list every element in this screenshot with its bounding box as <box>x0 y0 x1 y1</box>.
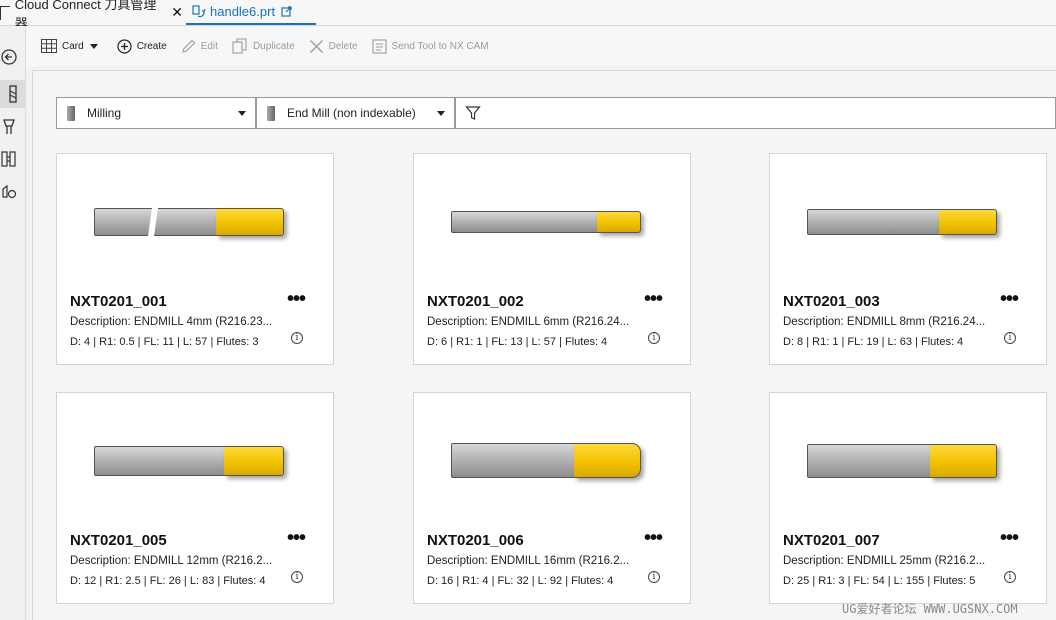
tool-parameters: D: 12 | R1: 2.5 | FL: 26 | L: 83 | Flute… <box>70 575 266 587</box>
tool-description: Description: ENDMILL 4mm (R216.23... <box>70 316 273 328</box>
chevron-down-icon <box>89 43 98 49</box>
tab-bar: Cloud Connect 刀具管理器 ✕ handle6.prt <box>0 0 1056 31</box>
tool-parameters: D: 6 | R1: 1 | FL: 13 | L: 57 | Flutes: … <box>427 336 608 348</box>
pencil-icon <box>181 39 195 53</box>
tool-name: NXT0201_003 <box>783 293 880 310</box>
milling-icon <box>67 105 75 121</box>
more-options-icon[interactable]: ••• <box>644 289 663 309</box>
left-rail <box>0 26 26 620</box>
tool-image <box>94 446 284 476</box>
assembly-icon[interactable] <box>0 150 18 168</box>
info-icon[interactable]: i <box>648 332 660 344</box>
close-icon[interactable]: ✕ <box>171 4 183 21</box>
part-file-icon <box>192 4 206 17</box>
duplicate-label: Duplicate <box>252 40 295 52</box>
info-icon[interactable]: i <box>291 571 303 583</box>
tab-tool-manager[interactable]: Cloud Connect 刀具管理器 ✕ <box>0 0 183 31</box>
more-options-icon[interactable]: ••• <box>1000 289 1019 309</box>
edit-label: Edit <box>200 40 218 52</box>
tool-image <box>451 443 641 478</box>
tool-parameters: D: 4 | R1: 0.5 | FL: 11 | L: 57 | Flutes… <box>70 336 259 348</box>
holder-icon[interactable] <box>0 118 18 136</box>
tool-image <box>807 444 997 478</box>
external-link-icon[interactable] <box>281 6 292 17</box>
tab-part-file[interactable]: handle6.prt <box>186 0 316 25</box>
watermark: UG爱好者论坛 WWW.UGSNX.COM <box>842 602 1018 616</box>
back-icon[interactable] <box>0 48 18 66</box>
tool-card[interactable]: NXT0201_003 ••• Description: ENDMILL 8mm… <box>769 153 1047 365</box>
send-to-cam-label: Send Tool to NX CAM <box>391 40 489 52</box>
tool-card[interactable]: NXT0201_005 ••• Description: ENDMILL 12m… <box>56 392 334 604</box>
tool-description: Description: ENDMILL 6mm (R216.24... <box>427 316 630 328</box>
plus-circle-icon <box>117 38 132 54</box>
tool-card[interactable]: NXT0201_002 ••• Description: ENDMILL 6mm… <box>413 153 691 365</box>
tool-description: Description: ENDMILL 12mm (R216.2... <box>70 555 273 567</box>
tool-description: Description: ENDMILL 8mm (R216.24... <box>783 316 986 328</box>
tool-type-value: End Mill (non indexable) <box>287 106 416 120</box>
tool-type-dropdown[interactable]: End Mill (non indexable) <box>256 97 455 129</box>
tool-image <box>451 211 641 233</box>
delete-label: Delete <box>328 40 358 52</box>
grid-view-icon <box>41 39 57 53</box>
tool-parameters: D: 8 | R1: 1 | FL: 19 | L: 63 | Flutes: … <box>783 336 964 348</box>
filter-input[interactable] <box>455 97 1056 129</box>
send-to-cam-button[interactable]: Send Tool to NX CAM <box>371 38 489 54</box>
tool-name: NXT0201_002 <box>427 293 524 310</box>
tool-name: NXT0201_006 <box>427 532 524 549</box>
filter-row: Milling End Mill (non indexable) <box>56 97 1056 129</box>
tab-icon <box>0 5 10 20</box>
tool-library-icon[interactable] <box>0 80 26 108</box>
info-icon[interactable]: i <box>648 571 660 583</box>
tool-card[interactable]: NXT0201_007 ••• Description: ENDMILL 25m… <box>769 392 1047 604</box>
tool-card[interactable]: NXT0201_001 ••• Description: ENDMILL 4mm… <box>56 153 334 365</box>
tool-image <box>807 209 997 235</box>
create-button[interactable]: Create <box>117 38 167 54</box>
category-value: Milling <box>87 106 122 120</box>
tool-card[interactable]: NXT0201_006 ••• Description: ENDMILL 16m… <box>413 392 691 604</box>
more-options-icon[interactable]: ••• <box>1000 528 1019 548</box>
delete-button[interactable]: Delete <box>309 39 358 54</box>
tool-parameters: D: 16 | R1: 4 | FL: 32 | L: 92 | Flutes:… <box>427 575 614 587</box>
tool-name: NXT0201_001 <box>70 293 167 310</box>
more-options-icon[interactable]: ••• <box>287 528 306 548</box>
create-label: Create <box>136 40 167 52</box>
chevron-down-icon <box>238 111 246 116</box>
toolbar: Card Create Edit Duplicate Delete Send T… <box>26 26 1056 66</box>
end-mill-icon <box>267 105 275 121</box>
tool-description: Description: ENDMILL 16mm (R216.2... <box>427 555 630 567</box>
tool-parameters: D: 25 | R1: 3 | FL: 54 | L: 155 | Flutes… <box>783 575 976 587</box>
view-mode-label: Card <box>62 40 84 52</box>
duplicate-icon <box>232 38 247 54</box>
tool-description: Description: ENDMILL 25mm (R216.2... <box>783 555 986 567</box>
more-options-icon[interactable]: ••• <box>644 528 663 548</box>
filter-icon[interactable] <box>465 105 481 121</box>
duplicate-button[interactable]: Duplicate <box>232 38 295 54</box>
tool-name: NXT0201_007 <box>783 532 880 549</box>
category-dropdown[interactable]: Milling <box>56 97 256 129</box>
tool-image <box>94 207 284 237</box>
info-icon[interactable]: i <box>1004 332 1016 344</box>
more-options-icon[interactable]: ••• <box>287 289 306 309</box>
info-icon[interactable]: i <box>1004 571 1016 583</box>
send-tool-icon <box>371 38 387 54</box>
machine-icon[interactable] <box>0 182 18 200</box>
edit-button[interactable]: Edit <box>181 39 218 54</box>
chevron-down-icon <box>437 111 445 116</box>
tool-name: NXT0201_005 <box>70 532 167 549</box>
tab-label: handle6.prt <box>210 4 276 19</box>
info-icon[interactable]: i <box>291 332 303 344</box>
view-mode-dropdown[interactable]: Card <box>41 39 103 53</box>
delete-icon <box>309 39 323 53</box>
